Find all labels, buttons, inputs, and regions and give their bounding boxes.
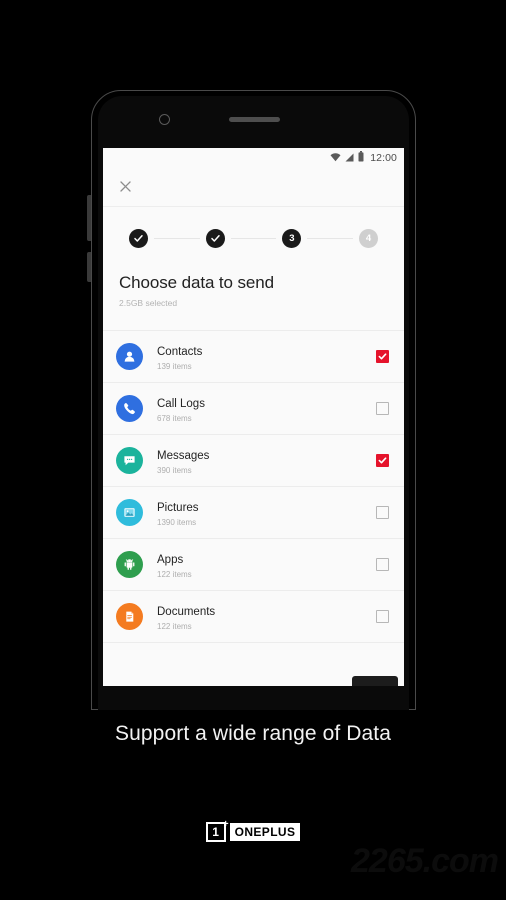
battery-icon [358, 149, 364, 167]
list-item-checkbox[interactable] [376, 558, 389, 571]
list-item[interactable]: Messages 390 items [103, 435, 404, 487]
power-button[interactable] [87, 252, 91, 282]
step-connector-2 [230, 237, 277, 239]
data-type-list: Contacts 139 items Call Logs 678 items M… [103, 330, 404, 643]
list-item-label: Messages [157, 450, 210, 462]
list-item[interactable]: Contacts 139 items [103, 331, 404, 383]
list-item-label: Documents [157, 606, 216, 618]
step-3-current[interactable]: 3 [282, 228, 302, 248]
list-item-count: 139 items [157, 362, 192, 371]
list-item-checkbox[interactable] [376, 402, 389, 415]
contacts-icon [116, 343, 143, 370]
list-item[interactable]: Apps 122 items [103, 539, 404, 591]
list-item-label: Pictures [157, 502, 199, 514]
promo-caption: Support a wide range of Data [115, 722, 391, 745]
step-4-upcoming[interactable]: 4 [359, 228, 379, 248]
progress-stepper: 3 4 [103, 207, 404, 269]
step-connector-1 [154, 237, 200, 239]
list-item-text: Contacts 139 items [157, 342, 376, 371]
list-item[interactable]: Call Logs 678 items [103, 383, 404, 435]
step-connector-3 [307, 237, 354, 239]
list-item[interactable]: Pictures 1390 items [103, 487, 404, 539]
oneplus-logo-wordmark: ONEPLUS [229, 823, 301, 841]
list-item-text: Pictures 1390 items [157, 498, 376, 527]
front-camera-icon [159, 114, 170, 125]
list-item-text: Messages 390 items [157, 446, 376, 475]
selection-size-label: 2.5GB selected [119, 298, 178, 308]
phone-icon [116, 395, 143, 422]
list-item-count: 390 items [157, 466, 192, 475]
document-icon [116, 603, 143, 630]
list-item-text: Apps 122 items [157, 550, 376, 579]
list-item-label: Call Logs [157, 398, 205, 410]
earpiece-speaker [229, 117, 280, 122]
status-bar: 12:00 [103, 148, 404, 167]
check-icon [133, 233, 144, 244]
list-item-count: 678 items [157, 414, 192, 423]
list-item-text: Call Logs 678 items [157, 394, 376, 423]
list-item-label: Contacts [157, 346, 203, 358]
picture-icon [116, 499, 143, 526]
list-item-count: 122 items [157, 570, 192, 579]
wifi-icon [330, 149, 341, 167]
close-icon[interactable] [117, 178, 134, 195]
message-icon [116, 447, 143, 474]
phone-screen: 12:00 3 4 Choose data to send 2.5GB sele… [103, 148, 404, 686]
heading-block: Choose data to send 2.5GB selected [103, 269, 404, 308]
promo-screen: 12:00 3 4 Choose data to send 2.5GB sele… [0, 0, 506, 900]
list-item-label: Apps [157, 554, 184, 566]
page-title: Choose data to send [119, 273, 274, 292]
volume-button[interactable] [87, 195, 91, 241]
site-watermark: 2265.com [351, 842, 499, 880]
step-2-done[interactable] [205, 228, 225, 248]
oneplus-logo-mark: 1 + [205, 819, 229, 842]
list-item-checkbox[interactable] [376, 610, 389, 623]
status-time: 12:00 [370, 151, 397, 164]
list-item[interactable]: Documents 122 items [103, 591, 404, 643]
signal-icon [345, 149, 354, 167]
oneplus-logo: 1 + ONEPLUS [0, 819, 506, 842]
list-item-count: 122 items [157, 622, 192, 631]
list-item-checkbox[interactable] [376, 350, 389, 363]
next-button[interactable] [352, 676, 398, 686]
list-item-text: Documents 122 items [157, 602, 376, 631]
step-1-done[interactable] [129, 228, 148, 248]
oneplus-logo-digit: 1 [212, 825, 219, 839]
oneplus-logo-plus: + [222, 819, 229, 830]
app-toolbar [103, 167, 404, 207]
list-item-checkbox[interactable] [376, 454, 389, 467]
check-icon [210, 233, 221, 244]
list-item-count: 1390 items [157, 518, 197, 527]
list-item-checkbox[interactable] [376, 506, 389, 519]
android-icon [116, 551, 143, 578]
